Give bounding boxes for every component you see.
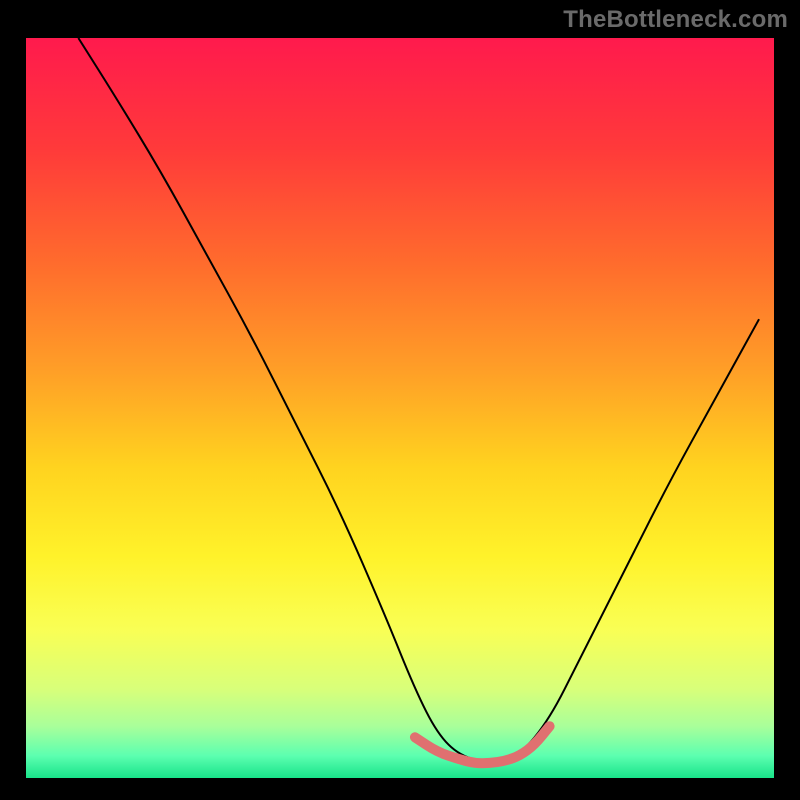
watermark-label: TheBottleneck.com — [563, 6, 788, 34]
gradient-background — [26, 38, 774, 778]
chart-svg — [26, 38, 774, 778]
plot-area — [26, 38, 774, 778]
chart-container: TheBottleneck.com — [0, 0, 800, 800]
